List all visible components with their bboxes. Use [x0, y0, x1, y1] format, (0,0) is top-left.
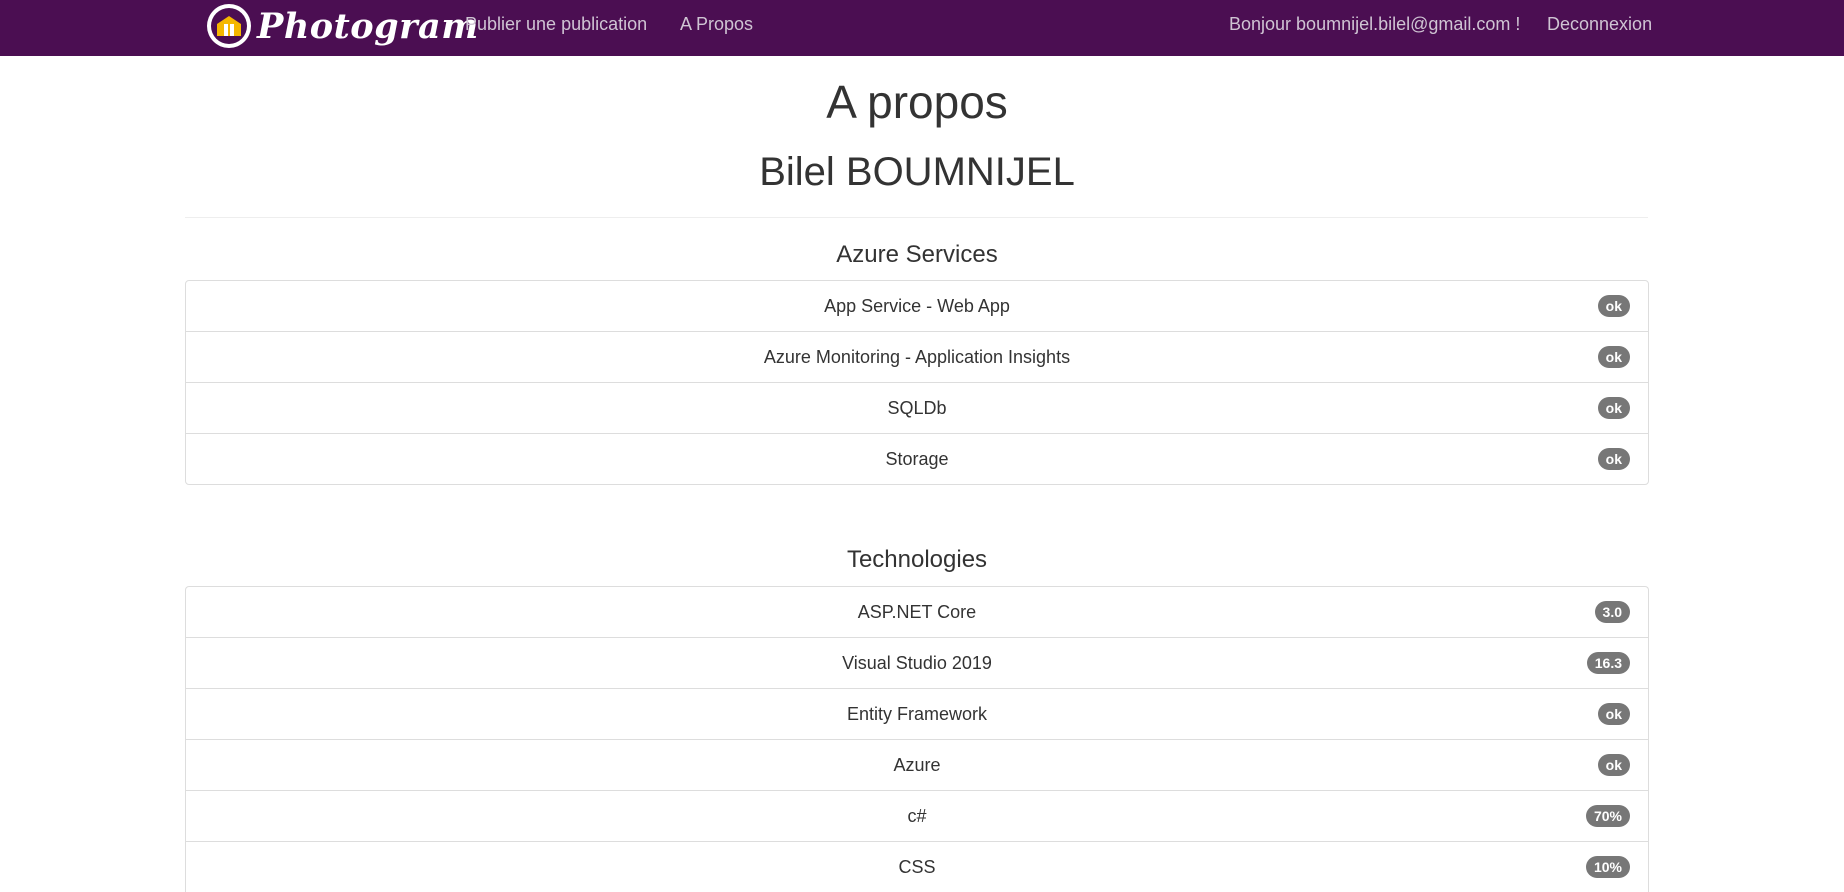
list-item: Azure Monitoring - Application Insights …	[186, 331, 1648, 382]
list-item-label: Storage	[885, 448, 949, 469]
list-item-label: c#	[907, 805, 927, 826]
brand-link[interactable]: Photogram	[205, 0, 479, 52]
list-item-label: Entity Framework	[846, 703, 988, 724]
list-item-label: ASP.NET Core	[857, 601, 977, 622]
list-item: CSS 10%	[186, 841, 1648, 892]
list-item-label: CSS	[898, 856, 936, 877]
technologies-title: Technologies	[846, 546, 988, 573]
azure-services-title: Azure Services	[836, 241, 998, 268]
logout-link[interactable]: Deconnexion	[1547, 0, 1652, 48]
list-item: Azure ok	[186, 739, 1648, 790]
azure-services-list: App Service - Web App ok Azure Monitorin…	[185, 280, 1649, 485]
list-item: App Service - Web App ok	[186, 281, 1648, 331]
status-badge: ok	[1597, 397, 1630, 419]
page-title: A propos	[826, 76, 1008, 128]
version-badge: 16.3	[1586, 652, 1630, 674]
list-item-label: Visual Studio 2019	[842, 652, 992, 673]
status-badge: ok	[1597, 295, 1630, 317]
list-item: ASP.NET Core 3.0	[186, 587, 1648, 637]
list-item: Visual Studio 2019 16.3	[186, 637, 1648, 688]
percentage-badge: 10%	[1585, 856, 1630, 878]
photogram-logo-icon	[207, 4, 251, 48]
nav-publish-link[interactable]: Publier une publication	[465, 0, 647, 48]
list-item: Storage ok	[186, 433, 1648, 484]
version-badge: 3.0	[1594, 601, 1630, 623]
navbar: Photogram Publier une publication A Prop…	[0, 0, 1844, 56]
list-item-label: Azure	[893, 754, 941, 775]
list-item-label: Azure Monitoring - Application Insights	[763, 346, 1071, 367]
status-badge: ok	[1597, 346, 1630, 368]
user-greeting-link[interactable]: Bonjour boumnijel.bilel@gmail.com !	[1229, 0, 1520, 48]
list-item: c# 70%	[186, 790, 1648, 841]
brand-name: Photogram	[257, 5, 479, 47]
list-item: Entity Framework ok	[186, 688, 1648, 739]
list-item-label: App Service - Web App	[824, 295, 1010, 316]
percentage-badge: 70%	[1585, 805, 1630, 827]
technologies-list: ASP.NET Core 3.0 Visual Studio 2019 16.3…	[185, 586, 1649, 892]
list-item: SQLDb ok	[186, 382, 1648, 433]
status-badge: ok	[1597, 448, 1630, 470]
list-item-label: SQLDb	[887, 397, 947, 418]
status-badge: ok	[1597, 754, 1630, 776]
person-name: Bilel BOUMNIJEL	[759, 150, 1075, 194]
divider	[185, 217, 1648, 218]
status-badge: ok	[1597, 703, 1630, 725]
nav-about-link[interactable]: A Propos	[680, 0, 753, 48]
